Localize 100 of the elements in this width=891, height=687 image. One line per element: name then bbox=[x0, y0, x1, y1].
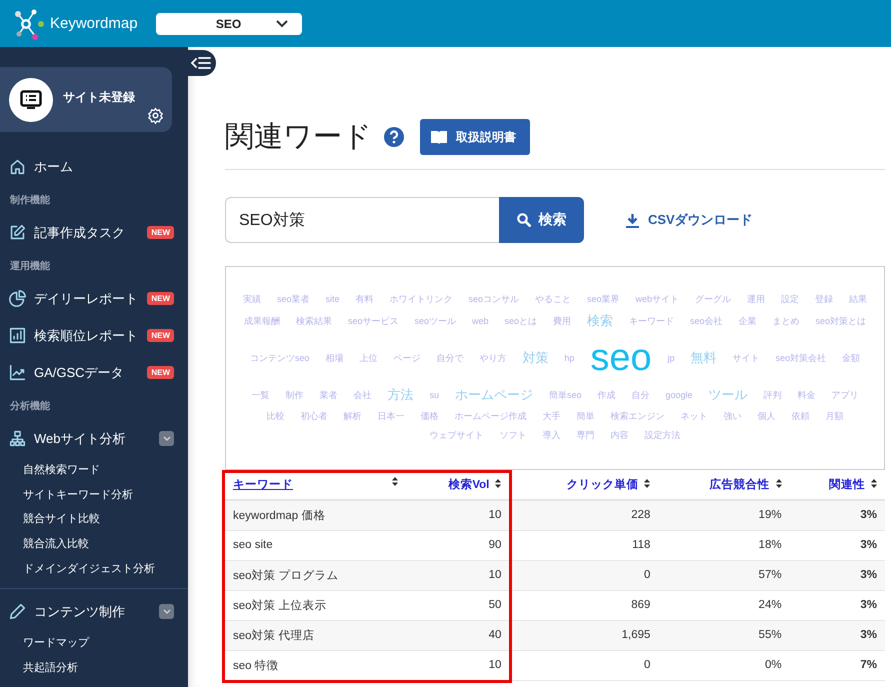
cloud-word[interactable]: ツール bbox=[708, 388, 748, 403]
cloud-word[interactable]: site bbox=[325, 295, 340, 306]
cloud-word[interactable]: ホームページ作成 bbox=[454, 412, 526, 422]
cloud-word[interactable]: 料金 bbox=[798, 390, 816, 401]
sidebar-subitem[interactable]: ドメインダイジェスト分析 bbox=[0, 556, 188, 580]
cloud-word[interactable]: 相場 bbox=[325, 354, 344, 364]
cloud-word[interactable]: 金額 bbox=[842, 354, 860, 364]
cloud-word[interactable]: 簡単 bbox=[576, 412, 594, 422]
cloud-word[interactable]: 運用 bbox=[747, 295, 766, 306]
search-field[interactable]: SEO対策 bbox=[225, 197, 499, 243]
sort-icon[interactable] bbox=[392, 477, 398, 486]
cloud-word[interactable]: グーグル bbox=[695, 295, 732, 306]
cloud-word[interactable]: 方法 bbox=[387, 388, 414, 403]
sidebar-subitem[interactable]: 共起語分析 bbox=[0, 655, 188, 680]
cloud-word[interactable]: seo業者 bbox=[276, 295, 310, 306]
cloud-word[interactable]: 初心者 bbox=[300, 412, 328, 422]
cloud-word[interactable]: 比較 bbox=[266, 412, 284, 422]
sidebar-item[interactable]: 検索順位レポート NEW bbox=[0, 317, 188, 354]
cloud-word[interactable]: ウェブサイト bbox=[430, 430, 484, 441]
sort-icon[interactable] bbox=[776, 479, 782, 488]
cloud-word[interactable]: 日本一 bbox=[378, 412, 404, 422]
cloud-word[interactable]: 月額 bbox=[826, 412, 844, 422]
cloud-word[interactable]: web bbox=[472, 316, 488, 326]
cloud-word[interactable]: seoツール bbox=[414, 316, 456, 326]
sidebar-item[interactable]: コンテンツ制作 bbox=[0, 593, 188, 630]
sidebar-subitem[interactable]: 自然検索ワード bbox=[0, 457, 188, 482]
cloud-word[interactable]: キーワード bbox=[629, 316, 674, 326]
cloud-word[interactable]: 無料 bbox=[690, 351, 717, 366]
cloud-word[interactable]: コンテンツseo bbox=[250, 354, 310, 364]
cloud-word[interactable]: 強い bbox=[724, 412, 742, 422]
cloud-word[interactable]: 成果報酬 bbox=[244, 316, 280, 326]
cloud-word[interactable]: 自分 bbox=[632, 390, 650, 401]
expand-toggle[interactable] bbox=[159, 604, 174, 620]
sidebar-subitem[interactable]: ワードマップ bbox=[0, 630, 188, 656]
settings-icon[interactable] bbox=[147, 107, 164, 124]
manual-button[interactable]: 取扱説明書 bbox=[420, 119, 530, 155]
cloud-word[interactable]: ネット bbox=[680, 412, 708, 422]
site-card[interactable]: サイト未登録 bbox=[0, 67, 172, 132]
cloud-word[interactable]: 有料 bbox=[355, 295, 374, 306]
sidebar-item[interactable]: ホーム bbox=[0, 148, 188, 185]
cloud-word[interactable]: 自分で bbox=[436, 354, 464, 364]
cloud-word[interactable]: 設定 bbox=[781, 295, 800, 306]
csv-download-link[interactable]: CSVダウンロード bbox=[625, 211, 753, 229]
cloud-word[interactable]: seo対策とは bbox=[816, 316, 866, 326]
help-icon[interactable] bbox=[384, 127, 404, 147]
cloud-word[interactable]: seoとは bbox=[504, 316, 538, 326]
cloud-word[interactable]: google bbox=[666, 390, 693, 401]
cloud-word[interactable]: まとめ bbox=[772, 316, 800, 326]
cloud-word[interactable]: ソフト bbox=[500, 430, 526, 441]
cloud-word[interactable]: webサイト bbox=[636, 295, 680, 306]
cloud-word[interactable]: 設定方法 bbox=[644, 430, 680, 441]
sidebar-item[interactable]: 記事作成タスク NEW bbox=[0, 214, 188, 251]
cloud-word[interactable]: seoコンサル bbox=[468, 295, 519, 306]
cloud-word[interactable]: 作成 bbox=[598, 390, 616, 401]
cloud-word[interactable]: 費用 bbox=[553, 316, 572, 326]
sort-icon[interactable] bbox=[495, 479, 502, 488]
sort-icon[interactable] bbox=[644, 479, 650, 488]
cloud-word[interactable]: ホワイトリンク bbox=[389, 295, 452, 306]
cloud-word[interactable]: やり方 bbox=[479, 354, 506, 364]
cloud-word[interactable]: 検索 bbox=[587, 314, 614, 329]
cloud-word[interactable]: 個人 bbox=[758, 412, 776, 422]
sidebar-item[interactable]: GA/GSCデータ NEW bbox=[0, 354, 188, 391]
cloud-word[interactable]: 企業 bbox=[738, 316, 757, 326]
cloud-word[interactable]: 内容 bbox=[610, 430, 628, 441]
cloud-word[interactable]: 一覧 bbox=[251, 390, 270, 401]
collapse-button[interactable] bbox=[186, 50, 216, 76]
cloud-word[interactable]: 制作 bbox=[285, 390, 304, 401]
cloud-word[interactable]: やること bbox=[535, 295, 571, 306]
sidebar-item[interactable]: デイリーレポート NEW bbox=[0, 280, 188, 317]
sidebar-item[interactable]: Webサイト分析 bbox=[0, 420, 188, 457]
cloud-word[interactable]: 検索エンジン bbox=[610, 412, 664, 422]
cloud-word[interactable]: 簡単seo bbox=[548, 390, 582, 401]
cloud-word[interactable]: seo会社 bbox=[690, 316, 723, 326]
cloud-word[interactable]: 登録 bbox=[815, 295, 834, 306]
cloud-word[interactable]: 解析 bbox=[344, 412, 362, 422]
cloud-word[interactable]: su bbox=[429, 390, 439, 401]
sidebar-subitem[interactable]: サイトキーワード分析 bbox=[0, 482, 188, 506]
cloud-word[interactable]: 実績 bbox=[242, 295, 261, 306]
cloud-word[interactable]: 結果 bbox=[849, 295, 868, 306]
cloud-word[interactable]: 大手 bbox=[542, 412, 560, 422]
search-button[interactable]: 検索 bbox=[499, 197, 584, 243]
cloud-word[interactable]: seo bbox=[590, 338, 652, 380]
cloud-word[interactable]: seo対策会社 bbox=[776, 354, 826, 364]
cloud-word[interactable]: 専門 bbox=[576, 430, 594, 441]
project-dropdown[interactable]: SEO bbox=[156, 12, 302, 34]
cloud-word[interactable]: 導入 bbox=[542, 430, 560, 441]
sidebar-subitem[interactable]: 競合サイト比較 bbox=[0, 506, 188, 532]
cloud-word[interactable]: hp bbox=[564, 354, 574, 364]
cloud-word[interactable]: ページ bbox=[393, 354, 420, 364]
cloud-word[interactable]: 依頼 bbox=[792, 412, 810, 422]
cloud-word[interactable]: 上位 bbox=[359, 354, 378, 364]
cloud-word[interactable]: 会社 bbox=[353, 390, 372, 401]
cloud-word[interactable]: 対策 bbox=[522, 351, 548, 366]
cloud-word[interactable]: ホームページ bbox=[454, 388, 533, 403]
cloud-word[interactable]: 業者 bbox=[319, 390, 338, 401]
cloud-word[interactable]: 検索結果 bbox=[296, 316, 332, 326]
sort-icon[interactable] bbox=[871, 479, 877, 488]
cloud-word[interactable]: アプリ bbox=[832, 390, 859, 401]
cloud-word[interactable]: jp bbox=[668, 354, 675, 364]
cloud-word[interactable]: seo業界 bbox=[587, 295, 620, 306]
